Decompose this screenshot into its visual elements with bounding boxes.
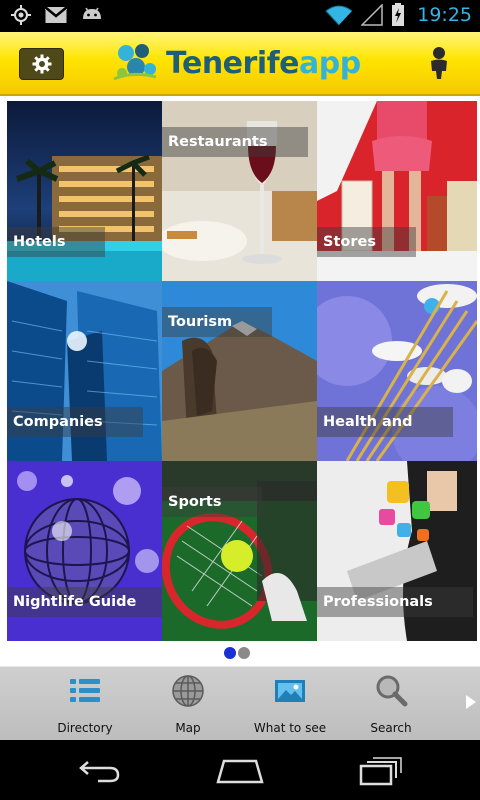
tile-label: Sports bbox=[162, 487, 262, 517]
tile-hotels[interactable]: Hotels bbox=[7, 101, 162, 281]
tile-companies[interactable]: Companies bbox=[7, 281, 162, 461]
app-logo-text: Tenerifeapp bbox=[166, 45, 361, 81]
user-profile-button[interactable] bbox=[427, 46, 451, 80]
tile-label: Restaurants bbox=[162, 127, 308, 157]
page-dot[interactable] bbox=[238, 647, 250, 659]
user-icon bbox=[431, 47, 447, 79]
page-dot-active[interactable] bbox=[224, 647, 236, 659]
tile-stores[interactable]: Stores bbox=[317, 101, 477, 281]
gmail-icon bbox=[44, 6, 68, 23]
android-icon bbox=[83, 7, 101, 19]
tile-restaurants[interactable]: Restaurants bbox=[162, 101, 317, 281]
nav-map[interactable]: Map bbox=[138, 667, 238, 741]
nav-search[interactable]: Search bbox=[341, 667, 441, 741]
nav-label: Map bbox=[175, 721, 201, 735]
category-grid: Hotels Restaurants Stores Companies Tour… bbox=[7, 101, 477, 641]
magnifier-icon bbox=[376, 675, 408, 707]
recent-apps-icon[interactable] bbox=[358, 756, 404, 786]
chevron-right-icon[interactable] bbox=[466, 695, 476, 709]
clock: 19:25 bbox=[417, 4, 472, 26]
battery-charging-icon bbox=[392, 3, 405, 26]
notification-icons bbox=[10, 4, 104, 26]
app-logo: Tenerifeapp bbox=[112, 40, 361, 86]
bottom-navigation: Directory Map What to see Search bbox=[0, 666, 480, 741]
nav-label: Search bbox=[370, 721, 412, 735]
tile-label: Nightlife Guide bbox=[7, 587, 162, 617]
tile-label: Stores bbox=[317, 227, 416, 257]
gear-icon bbox=[32, 54, 51, 74]
system-status-icons: 19:25 bbox=[325, 3, 472, 27]
home-icon[interactable] bbox=[216, 758, 264, 784]
system-navigation-bar bbox=[0, 740, 480, 800]
tile-tourism[interactable]: Tourism bbox=[162, 281, 317, 461]
list-icon bbox=[70, 679, 100, 702]
tile-label: Professionals bbox=[317, 587, 473, 617]
tile-label: Companies bbox=[7, 407, 143, 437]
tile-health[interactable]: Health and bbox=[317, 281, 477, 461]
picture-icon bbox=[275, 680, 305, 702]
status-bar: 19:25 bbox=[0, 0, 480, 32]
tile-nightlife-guide[interactable]: Nightlife Guide bbox=[7, 461, 162, 641]
back-icon[interactable] bbox=[78, 758, 122, 784]
logo-mark-icon bbox=[113, 44, 157, 81]
nav-label: Directory bbox=[57, 721, 113, 735]
nav-directory[interactable]: Directory bbox=[35, 667, 135, 741]
tile-professionals[interactable]: Professionals bbox=[317, 461, 477, 641]
wifi-icon bbox=[325, 5, 353, 26]
gps-icon bbox=[11, 5, 31, 25]
page-indicator bbox=[224, 647, 250, 659]
signal-icon bbox=[361, 4, 383, 26]
globe-icon bbox=[172, 675, 204, 707]
nav-label: What to see bbox=[253, 721, 327, 735]
tile-label: Hotels bbox=[7, 227, 106, 257]
category-panel: Hotels Restaurants Stores Companies Tour… bbox=[0, 96, 480, 666]
settings-button[interactable] bbox=[19, 48, 64, 80]
tile-label: Tourism bbox=[162, 307, 273, 337]
nav-what-to-see[interactable]: What to see bbox=[240, 667, 340, 741]
tile-label: Health and bbox=[317, 407, 453, 437]
tile-sports[interactable]: Sports bbox=[162, 461, 317, 641]
